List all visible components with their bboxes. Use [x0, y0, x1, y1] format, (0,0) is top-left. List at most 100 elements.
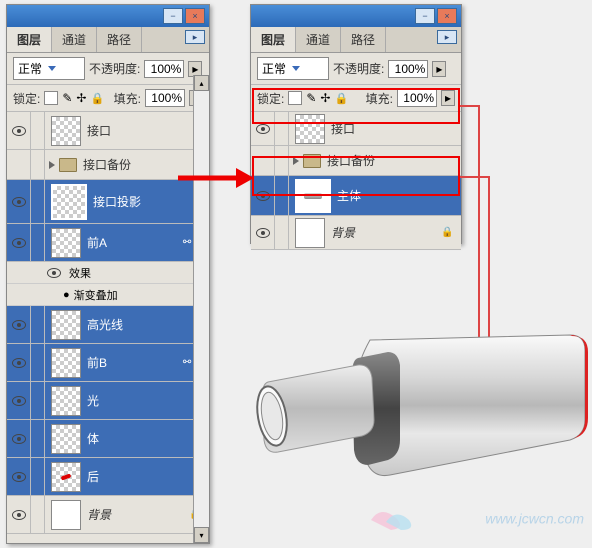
scroll-down-icon[interactable]: ▾ [194, 527, 209, 543]
layer-row[interactable]: 前B ⚯▷ [7, 344, 209, 382]
lock-move-icon[interactable]: ✢ [76, 91, 86, 105]
visibility-toggle[interactable] [251, 112, 275, 145]
eye-icon [12, 358, 26, 368]
visibility-toggle[interactable] [7, 344, 31, 381]
visibility-toggle[interactable] [7, 112, 31, 149]
link-column [31, 180, 45, 223]
scroll-up-icon[interactable]: ▴ [194, 75, 209, 91]
lock-all-icon[interactable]: 🔒 [90, 92, 104, 105]
lock-brush-icon[interactable]: ✎ [62, 91, 72, 105]
visibility-toggle[interactable] [7, 306, 31, 343]
opacity-input[interactable]: 100% [144, 60, 184, 78]
expand-triangle-icon[interactable] [293, 157, 299, 165]
tab-paths[interactable]: 路径 [97, 27, 142, 52]
layer-row[interactable]: 背景 🔒 [7, 496, 209, 534]
eye-icon [12, 126, 26, 136]
visibility-toggle[interactable] [7, 382, 31, 419]
layer-row[interactable]: 体 [7, 420, 209, 458]
blend-mode-value: 正常 [262, 60, 286, 77]
usb-drive-illustration [240, 310, 590, 510]
opacity-arrow[interactable]: ▸ [432, 61, 446, 77]
tab-paths[interactable]: 路径 [341, 27, 386, 52]
eye-icon [256, 191, 270, 201]
visibility-toggle[interactable] [251, 216, 275, 249]
layer-thumbnail[interactable] [295, 218, 325, 248]
tab-layers[interactable]: 图层 [7, 27, 52, 52]
panel-menu-icon[interactable]: ▸ [185, 30, 205, 44]
tab-channels[interactable]: 通道 [296, 27, 341, 52]
eye-icon [12, 320, 26, 330]
layer-row[interactable]: 接口 [7, 112, 209, 150]
visibility-toggle[interactable] [7, 150, 31, 179]
lock-row: 锁定: ✎ ✢ 🔒 填充: 100% ▸ [7, 85, 209, 112]
layers-panel-right: − × 图层 通道 路径 ▸ 正常 不透明度: 100% ▸ 锁定: ✎ ✢ 🔒… [250, 4, 462, 244]
layer-row[interactable]: 光 [7, 382, 209, 420]
fill-input[interactable]: 100% [145, 89, 185, 107]
link-column [31, 150, 45, 179]
panel-menu-icon[interactable]: ▸ [437, 30, 457, 44]
layer-group-row[interactable]: 接口备份 [251, 146, 461, 176]
layer-row[interactable]: 后 [7, 458, 209, 496]
layer-thumbnail[interactable] [51, 500, 81, 530]
visibility-toggle[interactable] [7, 496, 31, 533]
link-column [31, 496, 45, 533]
lock-move-icon[interactable]: ✢ [320, 91, 330, 105]
layer-thumbnail[interactable] [51, 386, 81, 416]
lock-row: 锁定: ✎ ✢ 🔒 填充: 100% ▸ [251, 85, 461, 112]
tab-layers[interactable]: 图层 [251, 27, 296, 52]
link-column [31, 420, 45, 457]
eye-icon [47, 268, 61, 278]
layer-thumbnail[interactable] [51, 348, 81, 378]
layer-name: 背景 [87, 506, 189, 523]
minimize-button[interactable]: − [415, 8, 435, 24]
layer-thumbnail[interactable] [51, 184, 87, 220]
lock-brush-icon[interactable]: ✎ [306, 91, 316, 105]
scroll-track[interactable] [194, 91, 209, 527]
eye-icon [12, 472, 26, 482]
lock-transparent-icon[interactable] [288, 91, 302, 105]
layer-name: 接口 [87, 122, 209, 139]
visibility-toggle[interactable] [7, 458, 31, 495]
link-column [275, 216, 289, 249]
layer-name: 体 [87, 430, 209, 447]
layer-thumbnail[interactable] [51, 462, 81, 492]
fill-input[interactable]: 100% [397, 89, 437, 107]
blend-mode-select[interactable]: 正常 [257, 57, 329, 80]
layer-thumbnail[interactable] [51, 116, 81, 146]
opacity-label: 不透明度: [89, 60, 140, 77]
visibility-toggle[interactable] [7, 420, 31, 457]
effect-row[interactable]: 效果 [7, 262, 209, 284]
layer-row[interactable]: 前A ⚯▽ [7, 224, 209, 262]
expand-triangle-icon[interactable] [49, 161, 55, 169]
blend-mode-select[interactable]: 正常 [13, 57, 85, 80]
layer-name: 高光线 [87, 316, 209, 333]
fill-arrow[interactable]: ▸ [441, 90, 455, 106]
effect-name: 渐变叠加 [74, 287, 118, 303]
layer-row[interactable]: 接口 [251, 112, 461, 146]
layer-row[interactable]: 高光线 [7, 306, 209, 344]
minimize-button[interactable]: − [163, 8, 183, 24]
visibility-toggle[interactable] [7, 224, 31, 261]
link-column [275, 112, 289, 145]
layer-thumbnail[interactable] [295, 179, 331, 213]
connector-line [460, 105, 480, 107]
layer-row[interactable]: 主体 [251, 176, 461, 216]
close-button[interactable]: × [185, 8, 205, 24]
layer-thumbnail[interactable] [51, 310, 81, 340]
layer-row[interactable]: 背景 🔒 [251, 216, 461, 250]
lock-all-icon[interactable]: 🔒 [334, 92, 348, 105]
close-button[interactable]: × [437, 8, 457, 24]
visibility-toggle[interactable] [7, 180, 31, 223]
layer-thumbnail[interactable] [51, 424, 81, 454]
connector-line [460, 176, 490, 178]
layer-thumbnail[interactable] [51, 228, 81, 258]
tab-channels[interactable]: 通道 [52, 27, 97, 52]
eye-icon [12, 238, 26, 248]
layer-thumbnail[interactable] [295, 114, 325, 144]
effect-item-row[interactable]: ● 渐变叠加 [7, 284, 209, 306]
layers-list: 接口 接口备份 主体 背景 🔒 [251, 112, 461, 250]
link-column [31, 458, 45, 495]
scrollbar-vertical[interactable]: ▴ ▾ [193, 75, 209, 543]
opacity-input[interactable]: 100% [388, 60, 428, 78]
lock-transparent-icon[interactable] [44, 91, 58, 105]
